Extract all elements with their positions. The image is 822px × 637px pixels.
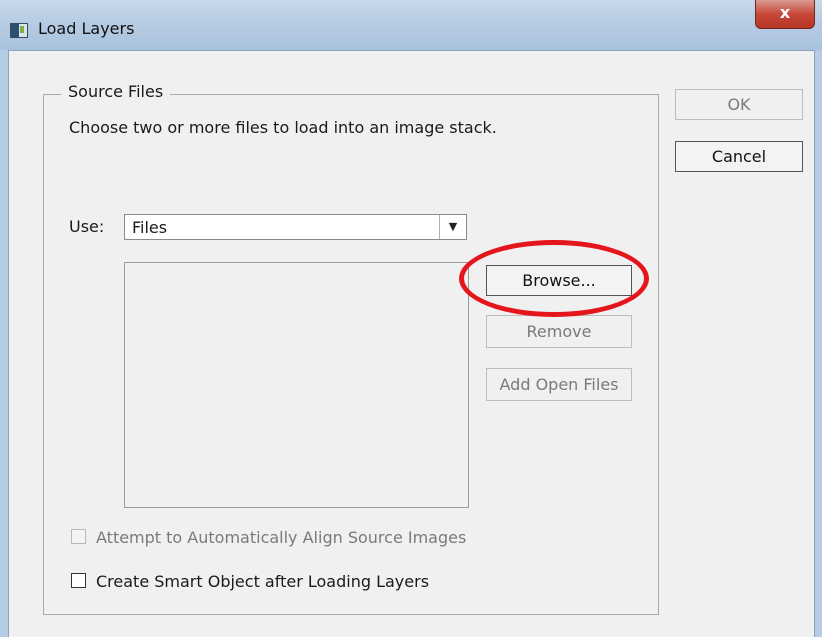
use-dropdown[interactable]: Files ▼ — [124, 214, 467, 240]
window-title: Load Layers — [38, 19, 135, 38]
window-frame-right — [814, 50, 822, 637]
browse-button[interactable]: Browse... — [486, 265, 632, 296]
cancel-button[interactable]: Cancel — [675, 141, 803, 172]
use-dropdown-value: Files — [132, 218, 168, 237]
align-images-checkbox[interactable] — [71, 529, 86, 544]
window-frame-left — [0, 50, 9, 637]
ok-button[interactable]: OK — [675, 89, 803, 120]
title-bar[interactable]: Load Layers x — [0, 0, 822, 51]
instructions-text: Choose two or more files to load into an… — [69, 118, 497, 137]
close-button[interactable]: x — [755, 0, 815, 29]
use-label: Use: — [69, 217, 105, 236]
align-images-label: Attempt to Automatically Align Source Im… — [96, 528, 467, 547]
smart-object-checkbox[interactable] — [71, 573, 86, 588]
remove-button[interactable]: Remove — [486, 315, 632, 348]
file-list[interactable] — [124, 262, 469, 508]
smart-object-label: Create Smart Object after Loading Layers — [96, 572, 430, 591]
app-icon — [10, 23, 28, 38]
add-open-files-button[interactable]: Add Open Files — [486, 368, 632, 401]
load-layers-dialog: Load Layers x Source Files Choose two or… — [0, 0, 822, 637]
chevron-down-icon[interactable]: ▼ — [439, 215, 466, 239]
source-files-legend: Source Files — [61, 82, 171, 101]
